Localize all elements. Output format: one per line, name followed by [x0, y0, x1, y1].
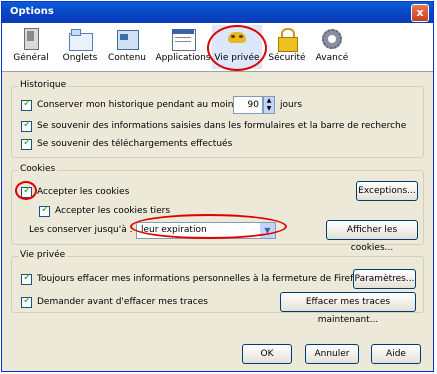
privacy-group: Vie privée Toujours effacer mes informat… [11, 250, 424, 325]
accept-cookies-highlight [15, 181, 37, 200]
tab-securite[interactable]: Sécurité [264, 25, 310, 69]
accept-cookies-label: Accepter les cookies [37, 187, 130, 197]
window-title: Options [10, 6, 54, 17]
history-group: Historique Conserver mon historique pend… [11, 80, 424, 158]
tab-securite-label: Sécurité [268, 53, 306, 63]
options-window: Options x Général Onglets Contenu Applic… [1, 1, 434, 372]
history-legend: Historique [18, 80, 69, 90]
tab-contenu-label: Contenu [108, 53, 146, 63]
tab-onglets-label: Onglets [62, 53, 98, 63]
downloads-label: Se souvenir des téléchargements effectué… [37, 139, 233, 149]
tab-applications-label: Applications [155, 53, 211, 63]
show-cookies-button[interactable]: Afficher les cookies... [326, 220, 418, 253]
ask-before-clear-label: Demander avant d'effacer mes traces [37, 297, 208, 307]
keep-until-label: Les conserver jusqu'à : [29, 225, 133, 235]
downloads-checkbox[interactable] [21, 137, 32, 150]
always-clear-checkbox[interactable] [21, 272, 32, 285]
forms-checkbox[interactable] [21, 119, 32, 132]
general-icon [19, 27, 43, 51]
lock-icon [275, 27, 299, 52]
third-party-checkbox[interactable] [39, 204, 50, 217]
settings-button[interactable]: Paramètres... [353, 269, 416, 289]
history-checkbox[interactable] [21, 98, 32, 111]
tab-avance[interactable]: Avancé [309, 25, 355, 69]
days-unit-label: jours [280, 100, 303, 110]
cancel-button[interactable]: Annuler [305, 344, 359, 364]
privacy-tab-highlight [207, 25, 267, 71]
ask-before-clear-checkbox[interactable] [21, 295, 32, 308]
clear-now-button[interactable]: Effacer mes traces maintenant... [280, 292, 416, 325]
third-party-label: Accepter les cookies tiers [55, 206, 171, 216]
privacy-legend: Vie privée [18, 250, 68, 260]
tab-general-label: Général [13, 53, 49, 63]
tab-applications[interactable]: Applications [155, 25, 211, 69]
tab-onglets[interactable]: Onglets [57, 25, 103, 69]
gear-icon [320, 27, 344, 51]
ok-button[interactable]: OK [242, 344, 292, 364]
applications-icon [171, 27, 196, 51]
close-button[interactable]: x [411, 4, 429, 22]
tab-general[interactable]: Général [8, 25, 54, 69]
title-bar[interactable]: Options x [2, 2, 433, 23]
keep-until-highlight [130, 214, 287, 239]
tabs-icon [68, 27, 93, 51]
forms-label: Se souvenir des informations saisies dan… [37, 121, 407, 131]
exceptions-button[interactable]: Exceptions... [356, 181, 418, 201]
tab-avance-label: Avancé [315, 53, 349, 63]
always-clear-label: Toujours effacer mes informations person… [37, 274, 364, 284]
cookies-legend: Cookies [18, 164, 58, 174]
content-icon [115, 27, 139, 51]
history-days-spinner[interactable]: ▲ ▼ [263, 96, 275, 114]
tab-contenu[interactable]: Contenu [104, 25, 150, 69]
history-days-input[interactable]: 90 [233, 96, 263, 114]
history-label: Conserver mon historique pendant au moin… [37, 100, 239, 110]
help-button[interactable]: Aide [371, 344, 421, 364]
